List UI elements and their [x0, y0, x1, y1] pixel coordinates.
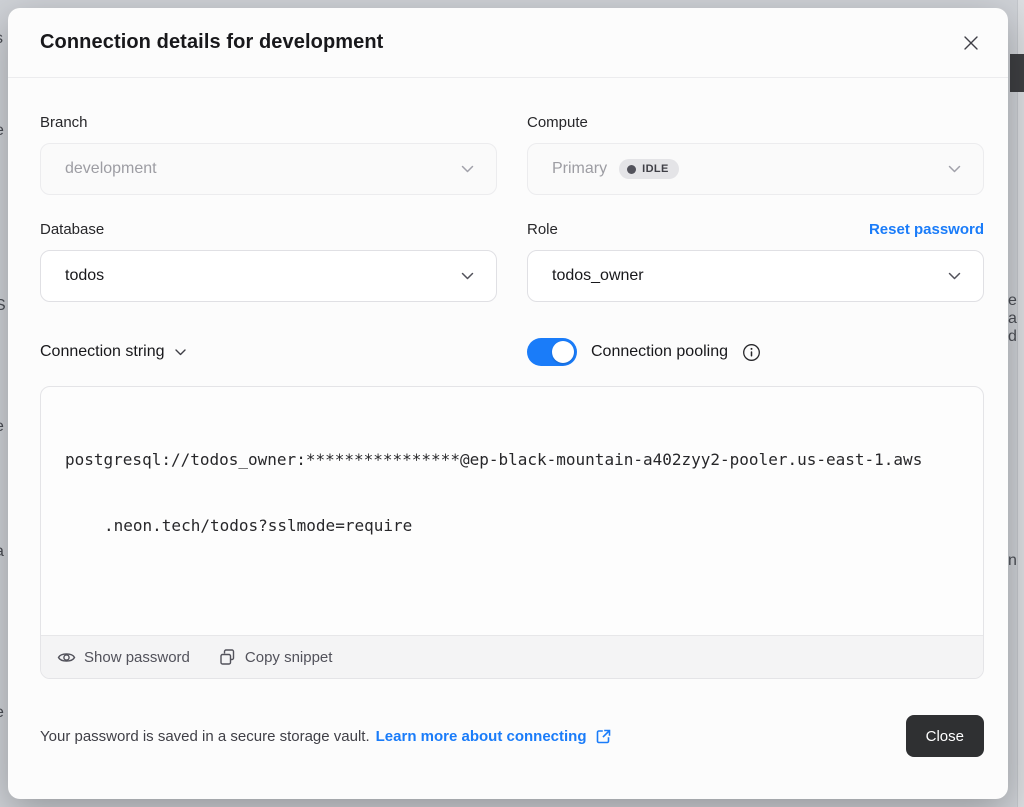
branch-value: development: [65, 160, 157, 178]
chevron-down-icon: [948, 165, 961, 173]
backdrop-text-fragment: s: [0, 30, 3, 48]
branch-field: Branch development: [40, 114, 497, 195]
background-dark-element: [1010, 54, 1024, 92]
code-line: .neon.tech/todos?sslmode=require: [65, 515, 959, 537]
connection-string-code[interactable]: postgresql://todos_owner:***************…: [41, 387, 983, 635]
modal-header: Connection details for development: [8, 8, 1008, 78]
background-scrollbar[interactable]: [1017, 0, 1024, 807]
page-title: Connection details for development: [40, 31, 383, 54]
copy-snippet-label: Copy snippet: [245, 649, 333, 666]
compute-field: Compute Primary IDLE: [527, 114, 984, 195]
connection-options-row: Connection string Connection pooling: [40, 338, 984, 366]
reset-password-link[interactable]: Reset password: [869, 221, 984, 238]
backdrop-text-fragment: a: [0, 543, 4, 561]
connection-pooling-label: Connection pooling: [591, 343, 728, 361]
branch-select[interactable]: development: [40, 143, 497, 195]
backdrop-text-fragment: n: [1008, 552, 1017, 570]
connection-string-dropdown[interactable]: Connection string: [40, 343, 497, 361]
database-value: todos: [65, 267, 104, 285]
connection-pooling-toggle[interactable]: [527, 338, 577, 366]
compute-select[interactable]: Primary IDLE: [527, 143, 984, 195]
close-icon: [960, 32, 982, 54]
code-line: postgresql://todos_owner:***************…: [65, 449, 959, 471]
info-icon[interactable]: [742, 343, 761, 362]
connection-details-modal: Connection details for development Branc…: [8, 8, 1008, 799]
backdrop-text-fragment: a: [1008, 310, 1017, 328]
modal-body: Branch development Compute Primary: [8, 78, 1008, 799]
external-link-icon[interactable]: [595, 728, 612, 745]
backdrop-text-fragment: e: [0, 704, 4, 722]
branch-label: Branch: [40, 114, 497, 131]
chevron-down-icon: [175, 349, 186, 356]
connection-string-label: Connection string: [40, 343, 165, 361]
chevron-down-icon: [948, 272, 961, 280]
eye-icon: [57, 648, 76, 667]
compute-label: Compute: [527, 114, 984, 131]
show-password-label: Show password: [84, 649, 190, 666]
close-button[interactable]: [958, 30, 984, 56]
learn-more-link[interactable]: Learn more about connecting: [376, 728, 587, 745]
code-panel-toolbar: Show password Copy snippet: [41, 635, 983, 678]
close-modal-button[interactable]: Close: [906, 715, 984, 757]
chevron-down-icon: [461, 165, 474, 173]
backdrop-text-fragment: S: [0, 297, 6, 315]
copy-icon: [218, 648, 237, 667]
password-vault-note: Your password is saved in a secure stora…: [40, 728, 612, 745]
role-select[interactable]: todos_owner: [527, 250, 984, 302]
idle-badge-label: IDLE: [642, 163, 669, 175]
role-label: Role: [527, 221, 558, 238]
toggle-knob: [552, 341, 574, 363]
compute-value: Primary: [552, 160, 607, 178]
show-password-button[interactable]: Show password: [57, 648, 190, 667]
backdrop-text-fragment: e: [1008, 292, 1017, 310]
backdrop-text-fragment: e: [0, 122, 4, 140]
status-badge: IDLE: [619, 159, 679, 179]
role-value: todos_owner: [552, 267, 644, 285]
database-role-row: Database todos Role Reset password: [40, 221, 984, 302]
connection-pooling-control: Connection pooling: [527, 338, 984, 366]
backdrop-text-fragment: e: [0, 418, 4, 436]
chevron-down-icon: [461, 272, 474, 280]
connection-string-panel: postgresql://todos_owner:***************…: [40, 386, 984, 679]
idle-dot-icon: [627, 165, 636, 174]
database-label: Database: [40, 221, 497, 238]
role-field: Role Reset password todos_owner: [527, 221, 984, 302]
branch-compute-row: Branch development Compute Primary: [40, 114, 984, 195]
database-select[interactable]: todos: [40, 250, 497, 302]
vault-note-text: Your password is saved in a secure stora…: [40, 728, 370, 745]
copy-snippet-button[interactable]: Copy snippet: [218, 648, 333, 667]
database-field: Database todos: [40, 221, 497, 302]
modal-footer: Your password is saved in a secure stora…: [40, 715, 984, 757]
backdrop-text-fragment: d: [1008, 328, 1017, 346]
